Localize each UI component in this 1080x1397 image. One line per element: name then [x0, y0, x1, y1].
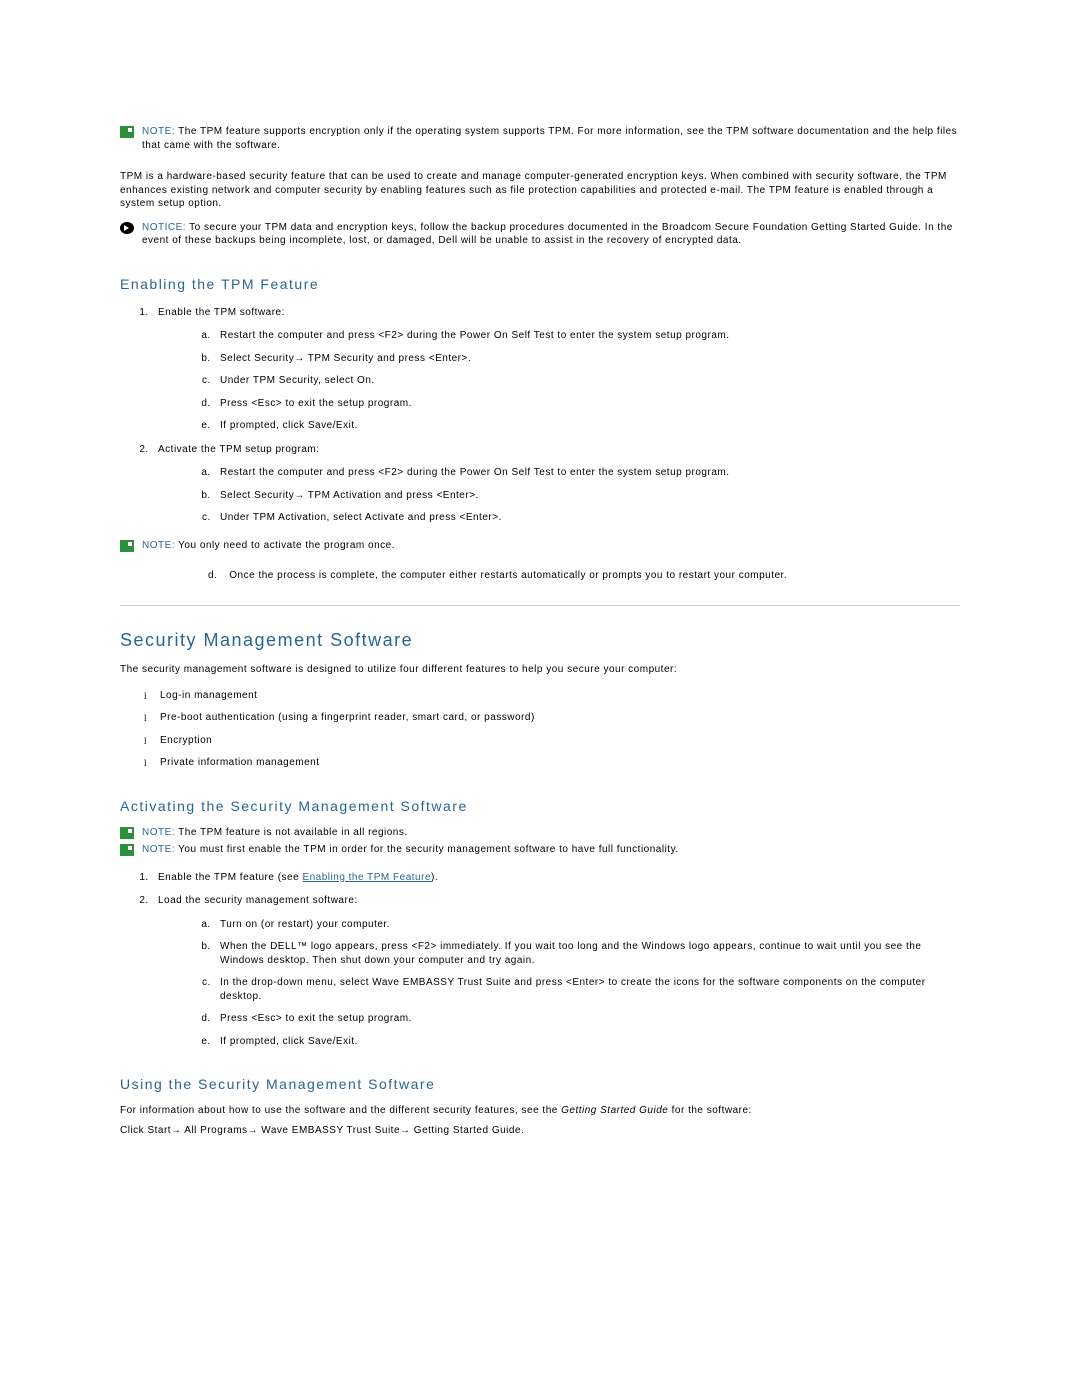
heading-activate-sms: Activating the Security Management Softw… — [120, 798, 960, 814]
note-callout: NOTE: You must first enable the TPM in o… — [120, 843, 960, 857]
note-callout: NOTE: The TPM feature is not available i… — [120, 826, 960, 840]
list-item: Encryption — [160, 734, 960, 748]
note-icon — [120, 827, 134, 839]
list-item: Select Security→ TPM Activation and pres… — [214, 489, 960, 503]
note-body: You only need to activate the program on… — [178, 540, 395, 551]
intro-paragraph: TPM is a hardware-based security feature… — [120, 170, 960, 211]
list-item: Press <Esc> to exit the setup program. — [214, 397, 960, 411]
text: for the software: — [668, 1105, 751, 1116]
list-item: Load the security management software: T… — [152, 894, 960, 1048]
list-item: Activate the TPM setup program: Restart … — [152, 443, 960, 525]
list-item: Under TPM Activation, select Activate an… — [214, 511, 960, 525]
list-item: Under TPM Security, select On. — [214, 374, 960, 388]
feature-list: Log-in management Pre-boot authenticatio… — [120, 689, 960, 770]
note-body: The TPM feature supports encryption only… — [142, 126, 957, 151]
list-item: Restart the computer and press <F2> duri… — [214, 466, 960, 480]
notice-icon — [120, 222, 134, 234]
list-item: Turn on (or restart) your computer. — [214, 918, 960, 932]
note-body: The TPM feature is not available in all … — [178, 827, 407, 838]
note-callout: NOTE: The TPM feature supports encryptio… — [120, 125, 960, 152]
notice-callout: NOTICE: To secure your TPM data and encr… — [120, 221, 960, 248]
note-text: NOTE: You must first enable the TPM in o… — [142, 843, 960, 857]
list-item: Select Security→ TPM Security and press … — [214, 352, 960, 366]
guide-title: Getting Started Guide — [561, 1105, 668, 1116]
heading-sms: Security Management Software — [120, 630, 960, 651]
divider — [120, 605, 960, 606]
text: ). — [431, 872, 438, 883]
notice-body: To secure your TPM data and encryption k… — [142, 222, 953, 247]
step-text: Once the process is complete, the comput… — [229, 570, 787, 581]
note-label: NOTE: — [142, 827, 175, 838]
note-body: You must first enable the TPM in order f… — [178, 844, 678, 855]
list-item: If prompted, click Save/Exit. — [214, 419, 960, 433]
step-letter: d. — [208, 570, 226, 581]
note-text: NOTE: The TPM feature supports encryptio… — [142, 125, 960, 152]
list-item: Log-in management — [160, 689, 960, 703]
continued-step: d. Once the process is complete, the com… — [120, 570, 960, 581]
list-item: Enable the TPM software: Restart the com… — [152, 306, 960, 433]
sms-intro: The security management software is desi… — [120, 663, 960, 677]
note-label: NOTE: — [142, 126, 175, 137]
text: Enable the TPM feature (see — [158, 872, 302, 883]
using-path: Click Start→ All Programs→ Wave EMBASSY … — [120, 1124, 960, 1138]
list-item: Enable the TPM feature (see Enabling the… — [152, 871, 960, 885]
notice-text: NOTICE: To secure your TPM data and encr… — [142, 221, 960, 248]
list-item: Restart the computer and press <F2> duri… — [214, 329, 960, 343]
list-item: In the drop-down menu, select Wave EMBAS… — [214, 976, 960, 1003]
step-lead: Enable the TPM software: — [158, 307, 285, 318]
sub-list: Restart the computer and press <F2> duri… — [158, 466, 960, 525]
list-item: Private information management — [160, 756, 960, 770]
heading-enable-tpm: Enabling the TPM Feature — [120, 276, 960, 292]
note-label: NOTE: — [142, 540, 175, 551]
heading-using-sms: Using the Security Management Software — [120, 1076, 960, 1092]
note-label: NOTE: — [142, 844, 175, 855]
list-item: Press <Esc> to exit the setup program. — [214, 1012, 960, 1026]
sub-list: Restart the computer and press <F2> duri… — [158, 329, 960, 433]
step-lead: Load the security management software: — [158, 895, 358, 906]
note-callout: NOTE: You only need to activate the prog… — [120, 539, 960, 553]
note-icon — [120, 844, 134, 856]
enable-steps-list: Enable the TPM software: Restart the com… — [120, 306, 960, 525]
activate-steps-list: Enable the TPM feature (see Enabling the… — [120, 871, 960, 1049]
text: For information about how to use the sof… — [120, 1105, 561, 1116]
note-text: NOTE: The TPM feature is not available i… — [142, 826, 960, 840]
list-item: Pre-boot authentication (using a fingerp… — [160, 711, 960, 725]
list-item: If prompted, click Save/Exit. — [214, 1035, 960, 1049]
list-item: When the DELL™ logo appears, press <F2> … — [214, 940, 960, 967]
step-lead: Activate the TPM setup program: — [158, 444, 320, 455]
enable-tpm-link[interactable]: Enabling the TPM Feature — [302, 872, 431, 883]
note-text: NOTE: You only need to activate the prog… — [142, 539, 960, 553]
note-icon — [120, 126, 134, 138]
using-paragraph: For information about how to use the sof… — [120, 1104, 960, 1118]
sub-list: Turn on (or restart) your computer. When… — [158, 918, 960, 1049]
note-icon — [120, 540, 134, 552]
notice-label: NOTICE: — [142, 222, 186, 233]
